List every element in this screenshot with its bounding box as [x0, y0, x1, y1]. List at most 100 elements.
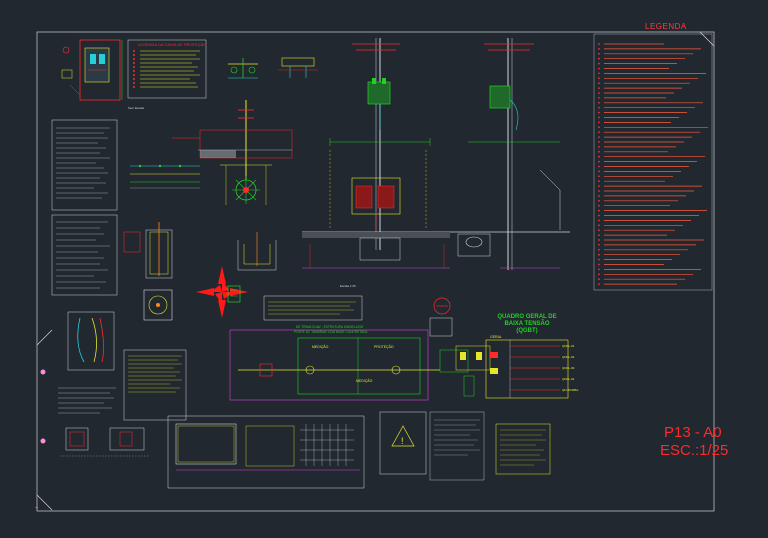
svg-text:!: ! — [401, 436, 404, 446]
legend-bullet — [598, 199, 600, 202]
meter-box-symbol — [429, 297, 491, 397]
legend-bullet — [598, 263, 600, 266]
sl-head1-text: DE TRAVA CUAV - ESTRUTURA SINGELA EM — [296, 325, 363, 329]
legend-bullet — [598, 229, 600, 232]
pit-plan-bottom-left — [60, 427, 150, 457]
pole-elevation-right — [450, 38, 570, 270]
qgbt-circuit-label: QDFL-02 — [562, 355, 575, 359]
sheet-code: P13 - A0 — [664, 424, 722, 441]
qgbt-circuit-label: QDFL-04 — [562, 377, 575, 381]
legend-bullet — [598, 268, 600, 271]
qgbt-title: QUADRO GERAL DE BAIXA TENSÃO (QGBT) — [486, 314, 568, 335]
legend-bullet — [598, 190, 600, 192]
legend-bullet — [598, 170, 600, 173]
pole-elevation-center — [302, 38, 450, 269]
single-line-diagram: MEDIÇÃO PROTEÇÃO MEDIÇÃO DE TRAVA CUAV -… — [229, 325, 440, 401]
legend-bullet — [598, 165, 600, 168]
legend-bullet — [598, 160, 600, 163]
legend-bullet — [598, 248, 600, 251]
cable-detail-left — [67, 311, 115, 371]
legend-bullet — [598, 57, 600, 60]
cross-arm-detail — [228, 58, 258, 79]
legend-title: LEGENDA — [645, 22, 687, 31]
qgbt-circuit-label: QDFL-03 — [562, 366, 575, 370]
crosshair-marker: + — [35, 506, 39, 512]
sem-escala-label: Sem Escala — [128, 106, 145, 110]
legend-bullet — [598, 111, 600, 114]
notes-block-yellow — [123, 349, 187, 421]
legend-bullet — [598, 52, 600, 55]
qgbt-circuit-label: QDFL-01 — [562, 344, 575, 348]
legend-bullet — [598, 283, 600, 285]
legend-panel — [593, 33, 713, 291]
sl-medicao2-text: MEDIÇÃO — [356, 378, 373, 383]
legend-bullet — [598, 146, 600, 148]
legend-bullet — [598, 180, 600, 183]
qgbt-circuit-label: QD-BOMBA — [562, 388, 578, 392]
escala-label: Escala 1:25 — [340, 284, 356, 288]
legend-bullet — [598, 234, 600, 237]
legend-bullet — [598, 48, 600, 50]
qgbt-title-line3: (QGBT) — [516, 328, 538, 334]
legend-bullet — [598, 43, 600, 45]
legend-bullet — [598, 239, 600, 241]
legend-bullet — [598, 77, 600, 80]
substation-plan-bottom — [167, 415, 365, 489]
qgbt-title-line2: BAIXA TENSÃO — [504, 321, 550, 327]
legend-bullet — [598, 155, 600, 158]
notes-block-bottom-left — [58, 387, 116, 414]
legend-bullet — [598, 273, 600, 276]
caixa-title-text: LEGENDA DA CAIXA DE PROTEÇÃO — [138, 42, 206, 47]
legend-bullet — [598, 121, 600, 124]
legend-bullet — [598, 72, 600, 75]
legend-bullet — [598, 141, 600, 143]
notes-block-bottom-right — [495, 423, 551, 475]
legend-bullet — [598, 209, 600, 212]
legend-bullet — [598, 106, 600, 109]
legend-bullet — [598, 116, 600, 119]
qgbt-diagram: QDFL-01 QDFL-02 QDFL-03 QDFL-04 QD-BOMBA — [485, 339, 578, 399]
legend-bullet — [598, 87, 600, 89]
conductor-run-detail — [130, 164, 200, 189]
legend-bullet — [598, 97, 600, 99]
legend-bullet — [598, 185, 600, 188]
ground-pit-detail-left — [123, 222, 173, 279]
notes-block-left — [51, 119, 118, 296]
legend-bullet — [598, 214, 600, 217]
ground-pit-detail-right — [237, 232, 277, 271]
legend-bullet — [598, 62, 600, 65]
qgbt-main-label: GERAL — [490, 335, 502, 339]
legend-bullet — [598, 278, 600, 281]
pink-marker-bottom — [40, 438, 46, 444]
pink-marker-top — [40, 369, 46, 375]
caixa-protecao-legend-block: LEGENDA DA CAIXA DE PROTEÇÃO — [127, 39, 206, 99]
legend-bullet — [598, 195, 600, 197]
sheet-scale: ESC.:1/25 — [660, 442, 729, 459]
legend-bullet — [598, 67, 600, 70]
qgbt-title-line1: QUADRO GERAL DE — [497, 314, 557, 320]
legend-bullet — [598, 101, 600, 104]
legend-bullet — [598, 82, 600, 85]
round-pit-plan — [143, 289, 173, 321]
warning-sign-detail: ! — [379, 411, 485, 481]
legend-bullet — [598, 244, 600, 246]
legend-bullet — [598, 175, 600, 178]
legend-bullet — [598, 204, 600, 207]
legend-bullet — [598, 126, 600, 129]
bracket-detail — [278, 57, 318, 78]
sl-medicao-text: MEDIÇÃO — [312, 344, 329, 349]
legend-bullet — [598, 136, 600, 139]
caixa-protecao-detail — [61, 39, 123, 101]
note-box-center — [263, 295, 363, 321]
cad-drawing-canvas: + LEGENDA DA CAIXA DE PROTEÇÃO MEDIÇÃO P… — [35, 31, 715, 512]
legend-bullet — [598, 253, 600, 256]
legend-bullet — [598, 92, 600, 94]
pole-elevation-detail — [172, 100, 293, 180]
legend-bullet — [598, 258, 600, 261]
legend-bullet — [598, 219, 600, 222]
sl-head2-text: POSTE DC TAMBRAM COM BASE CONCRETADA — [294, 330, 368, 334]
sl-protecao-text: PROTEÇÃO — [374, 344, 394, 349]
legend-bullet — [598, 131, 600, 134]
legend-bullet — [598, 224, 600, 227]
legend-bullet — [598, 150, 600, 153]
